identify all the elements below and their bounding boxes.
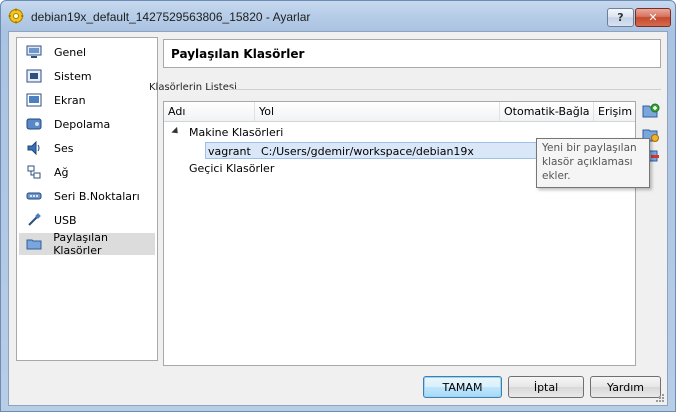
help-button[interactable]: Yardım <box>590 376 661 398</box>
page-title: Paylaşılan Klasörler <box>171 47 305 61</box>
cancel-button[interactable]: İptal <box>508 376 584 398</box>
sidebar-item-label: Paylaşılan Klasörler <box>53 231 108 257</box>
sidebar-item-sistem[interactable]: Sistem <box>19 65 155 87</box>
sidebar-item-seri-b-noktalari[interactable]: Seri B.Noktaları <box>19 185 155 207</box>
shared-folder-icon <box>25 236 42 252</box>
tooltip-line: Yeni bir paylaşılan <box>542 142 637 154</box>
sidebar-item-depolama[interactable]: Depolama <box>19 113 155 135</box>
help-title-button[interactable]: ? <box>607 8 634 27</box>
sidebar-item-label: Ses <box>54 141 74 155</box>
ok-button[interactable]: TAMAM <box>423 376 502 398</box>
speaker-icon <box>25 140 43 156</box>
share-path: C:/Users/gdemir/workspace/debian19x <box>261 145 474 158</box>
sidebar-item-genel[interactable]: Genel <box>19 41 155 63</box>
column-path[interactable]: Yol <box>255 102 500 121</box>
storage-icon <box>25 116 43 132</box>
page-header: Paylaşılan Klasörler <box>163 39 661 68</box>
sidebar-item-usb[interactable]: USB <box>19 209 155 231</box>
virtualbox-gear-icon <box>8 8 24 24</box>
title-bar[interactable]: debian19x_default_1427529563806_15820 - … <box>1 1 675 31</box>
sidebar-item-label: Sistem <box>54 69 92 83</box>
sidebar-item-ag[interactable]: Ağ <box>19 161 155 183</box>
column-name[interactable]: Adı <box>164 102 255 121</box>
chip-icon <box>25 68 43 84</box>
usb-icon <box>25 212 43 228</box>
resize-grip-icon[interactable] <box>655 393 665 403</box>
folder-list-label: Klasörlerin Listesi <box>149 82 237 93</box>
tooltip-line: klasör açıklaması <box>542 156 633 168</box>
add-folder-icon <box>642 103 660 118</box>
sidebar-item-label: USB <box>54 213 77 227</box>
machine-folders-label: Makine Klasörleri <box>189 126 284 139</box>
temporary-folders-label: Geçici Klasörler <box>189 162 275 175</box>
group-divider <box>229 89 661 90</box>
sidebar-item-ses[interactable]: Ses <box>19 137 155 159</box>
dialog-body: Genel Sistem Ekran Depolama Ses Ağ Seri … <box>8 31 668 406</box>
settings-sidebar: Genel Sistem Ekran Depolama Ses Ağ Seri … <box>16 37 158 361</box>
add-folder-tooltip: Yeni bir paylaşılan klasör açıklaması ek… <box>536 138 650 188</box>
tree-header: Adı Yol Otomatik-Bağla Erişim <box>164 102 635 122</box>
sidebar-item-label: Genel <box>54 45 87 59</box>
monitor-icon <box>25 44 43 60</box>
window-title: debian19x_default_1427529563806_15820 - … <box>31 10 311 24</box>
sidebar-item-label: Ekran <box>54 93 86 107</box>
sidebar-item-paylasilan-klasorler[interactable]: Paylaşılan Klasörler <box>19 231 155 257</box>
network-icon <box>25 164 43 180</box>
column-auto-mount[interactable]: Otomatik-Bağla <box>500 102 594 121</box>
column-access[interactable]: Erişim <box>594 102 635 121</box>
sidebar-item-label: Depolama <box>54 117 111 131</box>
tooltip-line: ekler. <box>542 170 571 182</box>
display-icon <box>25 92 43 108</box>
settings-window: debian19x_default_1427529563806_15820 - … <box>0 0 676 412</box>
close-window-button[interactable]: ✕ <box>635 8 671 27</box>
expand-arrow-icon[interactable] <box>171 126 181 137</box>
sidebar-item-label: Seri B.Noktaları <box>54 189 140 203</box>
sidebar-item-label: Ağ <box>54 165 69 179</box>
sidebar-item-ekran[interactable]: Ekran <box>19 89 155 111</box>
share-name: vagrant <box>208 145 251 158</box>
serial-port-icon <box>25 188 43 204</box>
add-folder-button[interactable] <box>641 101 661 121</box>
